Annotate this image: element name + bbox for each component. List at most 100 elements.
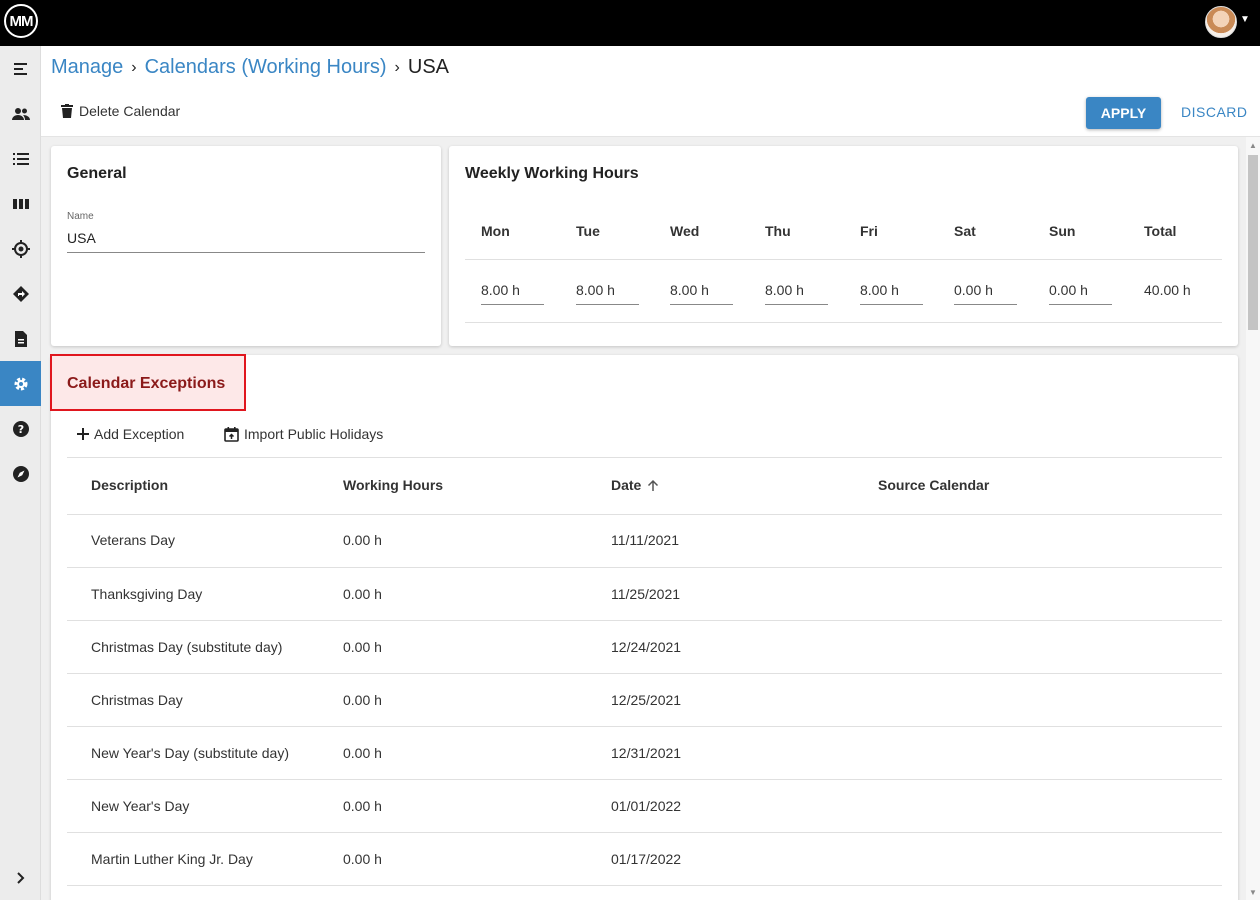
trash-icon	[61, 104, 73, 118]
row-hours[interactable]: 0.00 h	[343, 639, 382, 655]
breadcrumb-current: USA	[407, 56, 449, 78]
column-header-date-label: Date	[611, 477, 642, 493]
hours-input-mon[interactable]: 8.00 h	[481, 282, 520, 298]
table-row-divider	[67, 885, 1222, 886]
column-header-source-calendar[interactable]: Source Calendar	[878, 477, 989, 493]
list-icon[interactable]	[0, 136, 41, 181]
document-icon[interactable]	[0, 316, 41, 361]
row-date[interactable]: 12/31/2021	[611, 745, 681, 761]
hours-input-underline	[765, 304, 828, 305]
chevron-right-icon[interactable]	[0, 855, 41, 900]
delete-calendar-label: Delete Calendar	[79, 103, 181, 119]
columns-icon[interactable]	[0, 181, 41, 226]
row-description[interactable]: Thanksgiving Day	[91, 586, 202, 602]
calendar-exceptions-title: Calendar Exceptions	[67, 375, 226, 392]
add-exception-button[interactable]: Add Exception	[77, 426, 184, 442]
column-header-working-hours[interactable]: Working Hours	[343, 477, 443, 493]
breadcrumb-calendars[interactable]: Calendars (Working Hours)	[145, 56, 387, 79]
name-field-underline	[67, 252, 425, 253]
scrollbar-thumb[interactable]	[1248, 155, 1258, 330]
day-header-sat: Sat	[954, 223, 976, 239]
hours-input-underline	[576, 304, 639, 305]
hours-input-thu[interactable]: 8.00 h	[765, 282, 804, 298]
import-public-holidays-button[interactable]: Import Public Holidays	[224, 426, 383, 442]
hours-input-underline	[860, 304, 923, 305]
table-divider	[67, 457, 1222, 458]
name-field[interactable]: USA	[67, 230, 96, 246]
row-date[interactable]: 01/01/2022	[611, 798, 681, 814]
breadcrumb-manage[interactable]: Manage	[51, 56, 123, 79]
scroll-down-icon[interactable]: ▼	[1249, 888, 1257, 897]
general-card: General Name USA	[51, 146, 441, 346]
row-description[interactable]: Christmas Day	[91, 692, 183, 708]
total-hours-value: 40.00 h	[1144, 282, 1191, 298]
row-date[interactable]: 12/24/2021	[611, 639, 681, 655]
user-avatar[interactable]	[1205, 6, 1237, 38]
hours-input-tue[interactable]: 8.00 h	[576, 282, 615, 298]
import-public-holidays-label: Import Public Holidays	[244, 426, 384, 442]
weekly-title: Weekly Working Hours	[465, 165, 639, 182]
day-header-wed: Wed	[670, 223, 700, 239]
row-date[interactable]: 12/25/2021	[611, 692, 681, 708]
row-description[interactable]: New Year's Day (substitute day)	[91, 745, 289, 761]
compass-icon[interactable]	[0, 451, 41, 496]
table-divider	[67, 514, 1222, 515]
calendar-import-icon	[224, 426, 239, 442]
top-bar: MM ▼	[0, 0, 1260, 46]
hours-input-sat[interactable]: 0.00 h	[954, 282, 993, 298]
help-icon[interactable]: ?	[0, 406, 41, 451]
hours-input-fri[interactable]: 8.00 h	[860, 282, 899, 298]
hours-input-underline	[954, 304, 1017, 305]
column-header-date[interactable]: Date	[611, 477, 659, 493]
sidebar: ?	[0, 46, 41, 900]
row-description[interactable]: Christmas Day (substitute day)	[91, 639, 282, 655]
target-icon[interactable]	[0, 226, 41, 271]
hours-input-underline	[670, 304, 733, 305]
row-description[interactable]: Veterans Day	[91, 532, 175, 548]
gear-icon[interactable]	[0, 361, 41, 406]
table-row-divider	[67, 620, 1222, 621]
discard-button[interactable]: DISCARD	[1181, 104, 1248, 120]
svg-text:?: ?	[17, 423, 23, 436]
row-hours[interactable]: 0.00 h	[343, 851, 382, 867]
row-hours[interactable]: 0.00 h	[343, 692, 382, 708]
row-date[interactable]: 11/11/2021	[611, 532, 679, 548]
row-date[interactable]: 11/25/2021	[611, 586, 680, 602]
total-header: Total	[1144, 223, 1177, 239]
general-title: General	[67, 165, 127, 182]
breadcrumb: Manage › Calendars (Working Hours) › USA	[51, 56, 449, 79]
table-row-divider	[67, 832, 1222, 833]
weekly-divider	[465, 259, 1222, 260]
column-header-description[interactable]: Description	[91, 477, 168, 493]
hours-input-underline	[481, 304, 544, 305]
row-description[interactable]: New Year's Day	[91, 798, 189, 814]
row-hours[interactable]: 0.00 h	[343, 798, 382, 814]
hours-input-underline	[1049, 304, 1112, 305]
row-hours[interactable]: 0.00 h	[343, 745, 382, 761]
caret-down-icon[interactable]: ▼	[1240, 14, 1250, 25]
apply-button[interactable]: APPLY	[1086, 97, 1161, 129]
delete-calendar-button[interactable]: Delete Calendar	[61, 103, 180, 119]
plus-icon	[77, 428, 89, 440]
table-row-divider	[67, 726, 1222, 727]
hours-input-wed[interactable]: 8.00 h	[670, 282, 709, 298]
people-icon[interactable]	[0, 91, 41, 136]
row-hours[interactable]: 0.00 h	[343, 586, 382, 602]
row-description[interactable]: Martin Luther King Jr. Day	[91, 851, 253, 867]
day-header-thu: Thu	[765, 223, 791, 239]
app-logo[interactable]: MM	[4, 4, 38, 38]
row-date[interactable]: 01/17/2022	[611, 851, 681, 867]
hours-input-sun[interactable]: 0.00 h	[1049, 282, 1088, 298]
day-header-mon: Mon	[481, 223, 510, 239]
weekly-divider	[465, 322, 1222, 323]
add-exception-label: Add Exception	[94, 426, 185, 442]
row-hours[interactable]: 0.00 h	[343, 532, 382, 548]
breadcrumb-separator: ›	[394, 58, 400, 76]
route-icon[interactable]	[0, 271, 41, 316]
menu-icon[interactable]	[0, 46, 41, 91]
page-header: Manage › Calendars (Working Hours) › USA…	[41, 46, 1260, 137]
name-label: Name	[67, 211, 94, 222]
day-header-sun: Sun	[1049, 223, 1076, 239]
scroll-up-icon[interactable]: ▲	[1249, 141, 1257, 150]
calendar-exceptions-card: Calendar Exceptions Add Exception Import…	[50, 354, 1238, 900]
